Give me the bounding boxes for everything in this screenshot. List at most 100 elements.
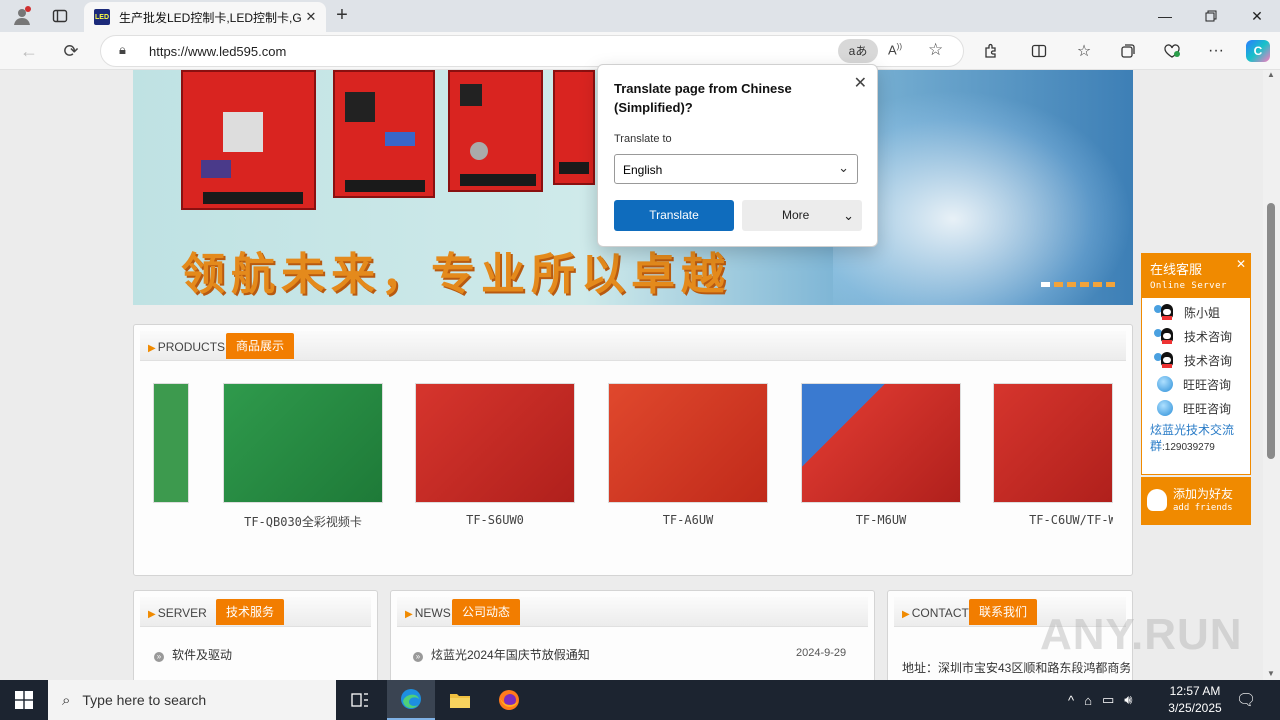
- split-screen-icon[interactable]: [1026, 39, 1052, 63]
- translate-title: Translate page from Chinese (Simplified)…: [614, 81, 792, 115]
- translate-icon[interactable]: aあ: [838, 39, 878, 63]
- collections-icon[interactable]: [1115, 39, 1141, 63]
- section-title-en: CONTACT: [902, 606, 969, 620]
- service-contact-label[interactable]: 技术咨询: [1184, 352, 1232, 369]
- task-view-icon[interactable]: [336, 680, 384, 720]
- favorite-star-icon[interactable]: ☆: [928, 40, 943, 60]
- start-button[interactable]: [0, 680, 48, 720]
- server-link[interactable]: 软件及驱动: [154, 646, 232, 663]
- product-image[interactable]: [608, 383, 768, 503]
- edge-taskbar-icon[interactable]: [387, 680, 435, 720]
- windows-icon: [15, 691, 33, 709]
- service-subtitle: Online Server: [1150, 281, 1227, 291]
- more-button[interactable]: More ⌄: [742, 200, 862, 231]
- settings-more-icon[interactable]: ···: [1203, 39, 1229, 63]
- close-window-button[interactable]: ✕: [1234, 0, 1280, 32]
- section-title-cn[interactable]: 公司动态: [452, 599, 521, 625]
- section-header: SERVER 技术服务: [140, 597, 371, 627]
- restore-button[interactable]: [1188, 0, 1234, 32]
- product-image[interactable]: [415, 383, 575, 503]
- scroll-up-icon[interactable]: ▲: [1267, 70, 1275, 79]
- service-contact-label[interactable]: 陈小姐: [1184, 304, 1220, 321]
- page-scrollbar[interactable]: ▲ ▼: [1263, 70, 1280, 680]
- taskbar-clock[interactable]: 12:57 AM 3/25/2025: [1156, 683, 1234, 717]
- read-aloud-icon[interactable]: A)): [888, 42, 902, 57]
- minimize-button[interactable]: —: [1142, 0, 1188, 32]
- refresh-button[interactable]: ⟳: [56, 36, 86, 66]
- product-image[interactable]: [801, 383, 961, 503]
- browser-essentials-icon[interactable]: [1159, 39, 1185, 63]
- product-card[interactable]: TF-M6UW: [801, 383, 961, 527]
- profile-icon[interactable]: [8, 4, 36, 28]
- translate-to-label: Translate to: [614, 133, 672, 145]
- service-contact[interactable]: 技术咨询: [1142, 324, 1250, 348]
- more-label[interactable]: More: [782, 208, 809, 222]
- news-link[interactable]: 炫蓝光2024年国庆节放假通知: [413, 646, 590, 663]
- close-service-icon[interactable]: ✕: [1236, 256, 1246, 272]
- language-value[interactable]: English: [623, 163, 662, 177]
- product-name[interactable]: TF-C6UW/TF-WF: [983, 513, 1113, 527]
- product-card[interactable]: TF-A6UW: [608, 383, 768, 527]
- service-contact[interactable]: 技术咨询: [1142, 348, 1250, 372]
- service-contact-label[interactable]: 旺旺咨询: [1183, 376, 1231, 393]
- add-friend-label[interactable]: 添加为好友: [1173, 487, 1233, 501]
- service-contact-label[interactable]: 技术咨询: [1184, 328, 1232, 345]
- favorites-icon[interactable]: ☆: [1071, 39, 1097, 63]
- product-image[interactable]: [993, 383, 1113, 503]
- translate-popup: Translate page from Chinese (Simplified)…: [597, 64, 878, 247]
- search-placeholder[interactable]: Type here to search: [82, 692, 206, 708]
- scroll-down-icon[interactable]: ▼: [1267, 669, 1275, 678]
- service-title: 在线客服: [1150, 262, 1203, 277]
- system-tray: ^ ⌂ ▭ 🔊︎: [1068, 680, 1132, 720]
- section-title-cn[interactable]: 技术服务: [216, 599, 285, 625]
- back-button[interactable]: ←: [14, 36, 44, 66]
- product-image[interactable]: [153, 383, 189, 503]
- section-header: NEWS 公司动态: [397, 597, 868, 627]
- new-tab-button[interactable]: +: [330, 4, 354, 28]
- tab-actions-icon[interactable]: [46, 4, 74, 28]
- taskbar-search[interactable]: ⌕ Type here to search: [48, 680, 336, 720]
- product-name[interactable]: 卡: [153, 513, 203, 530]
- service-contact-label[interactable]: 旺旺咨询: [1183, 400, 1231, 417]
- product-image[interactable]: [223, 383, 383, 503]
- scrollbar-thumb[interactable]: [1267, 203, 1275, 459]
- wangwang-icon: [1157, 376, 1173, 392]
- group-number: :129039279: [1162, 442, 1215, 453]
- product-name[interactable]: TF-QB030全彩视频卡: [213, 513, 393, 530]
- extensions-icon[interactable]: [978, 39, 1004, 63]
- language-select[interactable]: English ⌄: [614, 154, 858, 184]
- section-title-cn[interactable]: 联系我们: [969, 599, 1038, 625]
- chevron-up-icon[interactable]: ^: [1068, 693, 1074, 708]
- close-tab-icon[interactable]: ✕: [302, 9, 320, 25]
- lock-icon[interactable]: 🔒︎: [119, 42, 126, 58]
- product-name[interactable]: TF-S6UW0: [405, 513, 585, 527]
- network-icon[interactable]: ⌂: [1084, 693, 1092, 708]
- address-bar[interactable]: 🔒︎ https://www.led595.com aあ A)) ☆: [100, 35, 964, 67]
- translate-button[interactable]: Translate: [614, 200, 734, 231]
- chevron-down-icon[interactable]: ⌄: [843, 200, 854, 231]
- url-text[interactable]: https://www.led595.com: [149, 44, 286, 59]
- qq-group[interactable]: 炫蓝光技术交流群:129039279: [1142, 420, 1250, 458]
- service-contact[interactable]: 旺旺咨询: [1142, 372, 1250, 396]
- product-card[interactable]: TF-QB030全彩视频卡: [223, 383, 383, 529]
- chevron-down-icon[interactable]: ⌄: [838, 160, 849, 176]
- product-name[interactable]: TF-M6UW: [791, 513, 971, 527]
- product-card[interactable]: TF-S6UW0: [415, 383, 575, 527]
- product-card[interactable]: TF-C6UW/TF-WF: [993, 383, 1113, 527]
- service-contact[interactable]: 陈小姐: [1142, 300, 1250, 324]
- active-tab[interactable]: LED 生产批发LED控制卡,LED控制卡,G ✕: [84, 2, 326, 32]
- add-friend-label-en[interactable]: add friends: [1173, 501, 1251, 515]
- notification-icon[interactable]: 🗨︎: [1236, 690, 1256, 710]
- volume-icon[interactable]: 🔊︎: [1124, 692, 1132, 708]
- file-explorer-icon[interactable]: [436, 680, 484, 720]
- product-name[interactable]: TF-A6UW: [598, 513, 778, 527]
- close-popup-icon[interactable]: ✕: [854, 73, 867, 93]
- clock-time: 12:57 AM: [1169, 684, 1221, 698]
- service-contact[interactable]: 旺旺咨询: [1142, 396, 1250, 420]
- qq-penguin-icon: [1147, 489, 1167, 511]
- product-card[interactable]: 卡: [153, 383, 189, 503]
- firefox-icon[interactable]: [485, 680, 533, 720]
- copilot-icon[interactable]: C: [1246, 40, 1270, 62]
- monitor-icon[interactable]: ▭: [1102, 692, 1114, 708]
- add-friend-button[interactable]: 添加为好友 add friends: [1141, 477, 1251, 525]
